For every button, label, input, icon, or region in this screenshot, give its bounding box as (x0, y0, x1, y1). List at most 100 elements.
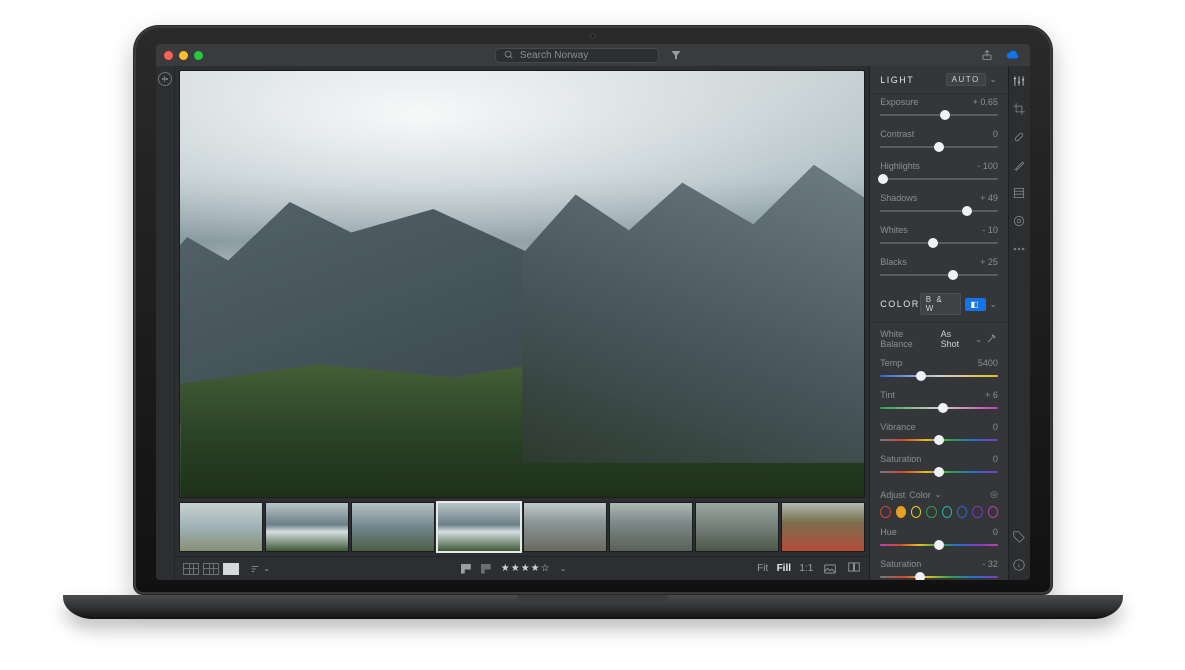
filmstrip-thumb[interactable] (265, 502, 349, 552)
radial-gradient-tool[interactable] (1012, 214, 1026, 228)
square-grid-view-button[interactable] (203, 563, 219, 575)
brush-tool[interactable] (1012, 158, 1026, 172)
star[interactable]: ★ (521, 563, 530, 574)
crop-tool[interactable] (1012, 102, 1026, 116)
star[interactable]: ★ (531, 563, 540, 574)
star-rating[interactable]: ★★★★☆ (501, 563, 550, 574)
compare-view-button[interactable] (847, 560, 861, 577)
sort-button[interactable]: ⌄ (249, 564, 270, 574)
light-slider-whites[interactable]: Whites- 10 (870, 222, 1008, 254)
right-tool-rail (1008, 66, 1030, 580)
star[interactable]: ★ (511, 563, 520, 574)
mixer-slider-saturation[interactable]: Saturation- 32 (870, 556, 1008, 580)
light-slider-blacks[interactable]: Blacks+ 25 (870, 254, 1008, 286)
crop-icon (1012, 102, 1026, 116)
adjust-value: Color (909, 490, 931, 500)
color-slider-temp[interactable]: Temp5400 (870, 355, 1008, 387)
mixer-slider-hue[interactable]: Hue0 (870, 524, 1008, 556)
linear-gradient-tool[interactable] (1012, 186, 1026, 200)
filmstrip-thumb[interactable] (179, 502, 263, 552)
slider-label: Saturation (880, 559, 921, 569)
zoom-fill-button[interactable]: Fill (777, 563, 791, 574)
color-swatch[interactable] (957, 506, 967, 518)
eyedropper-button[interactable] (986, 332, 998, 346)
slider-value: 0 (993, 454, 998, 464)
color-swatch[interactable] (988, 506, 998, 518)
slider-value: - 100 (977, 161, 998, 171)
color-swatch[interactable] (911, 506, 921, 518)
linear-gradient-icon (1012, 186, 1026, 200)
light-slider-exposure[interactable]: Exposure+ 0.65 (870, 94, 1008, 126)
slider-value: 5400 (978, 358, 998, 368)
slider-label: Exposure (880, 97, 918, 107)
chevron-down-icon: ⌄ (990, 300, 998, 309)
color-swatch[interactable] (896, 506, 906, 518)
color-swatch[interactable] (942, 506, 952, 518)
add-photos-button[interactable] (158, 72, 172, 86)
cloud-sync-button[interactable] (1004, 46, 1022, 64)
color-swatch[interactable] (880, 506, 890, 518)
light-section-header[interactable]: LIGHT AUTO ⌄ (870, 66, 1008, 94)
light-slider-contrast[interactable]: Contrast0 (870, 126, 1008, 158)
zoom-1to1-button[interactable]: 1:1 (799, 563, 813, 574)
bottom-bar: ⌄ ★★★★☆ ⌄ Fit Fill 1:1 (175, 556, 869, 580)
grid-view-button[interactable] (183, 563, 199, 575)
fullscreen-window-button[interactable] (194, 51, 203, 60)
filmstrip[interactable] (175, 498, 869, 556)
photo-canvas[interactable] (175, 66, 869, 498)
edit-sliders-tool[interactable] (1012, 74, 1026, 88)
color-profile-button[interactable]: ◧ (965, 298, 986, 311)
laptop-frame: Search Norway (63, 25, 1123, 640)
search-input[interactable]: Search Norway (495, 48, 659, 63)
color-swatch[interactable] (972, 506, 982, 518)
light-slider-shadows[interactable]: Shadows+ 49 (870, 190, 1008, 222)
eyedropper-icon (986, 332, 998, 344)
adjust-label: Adjust (880, 490, 905, 500)
chevron-down-icon: ⌄ (990, 75, 998, 84)
auto-button[interactable]: AUTO (946, 73, 986, 86)
color-swatches (870, 504, 1008, 524)
minimize-window-button[interactable] (179, 51, 188, 60)
more-tools-button[interactable] (1012, 242, 1026, 256)
info-button[interactable] (1012, 558, 1026, 572)
healing-tool[interactable] (1012, 130, 1026, 144)
share-icon (981, 49, 993, 61)
filmstrip-thumb[interactable] (695, 502, 779, 552)
flag-pick-button[interactable] (461, 564, 471, 574)
filmstrip-thumb[interactable] (437, 502, 521, 552)
filmstrip-thumb[interactable] (523, 502, 607, 552)
target-adjust-button[interactable]: ◎ (990, 489, 998, 500)
edit-panel: LIGHT AUTO ⌄ Exposure+ 0.65Contrast0High… (870, 66, 1008, 580)
slider-label: Shadows (880, 193, 917, 203)
color-section-header[interactable]: COLOR B & W ◧ ⌄ (870, 286, 1008, 323)
filmstrip-thumb[interactable] (351, 502, 435, 552)
loupe-view-button[interactable] (223, 563, 239, 575)
flag-reject-button[interactable] (481, 564, 491, 574)
main-photo (179, 70, 865, 498)
zoom-fit-button[interactable]: Fit (757, 563, 768, 574)
color-slider-saturation[interactable]: Saturation0 (870, 451, 1008, 483)
color-mixer-row[interactable]: Adjust Color ⌄ ◎ (870, 483, 1008, 504)
color-slider-tint[interactable]: Tint+ 6 (870, 387, 1008, 419)
color-swatch[interactable] (926, 506, 936, 518)
light-slider-highlights[interactable]: Highlights - 100 (870, 158, 1008, 190)
slider-value: 0 (993, 422, 998, 432)
filter-button[interactable] (667, 46, 685, 64)
white-balance-value: As Shot (941, 329, 972, 349)
filmstrip-thumb[interactable] (781, 502, 865, 552)
close-window-button[interactable] (164, 51, 173, 60)
color-slider-vibrance[interactable]: Vibrance0 (870, 419, 1008, 451)
star[interactable]: ☆ (541, 563, 550, 574)
slider-label: Blacks (880, 257, 907, 267)
filmstrip-thumb[interactable] (609, 502, 693, 552)
show-original-button[interactable] (823, 562, 837, 576)
bw-button[interactable]: B & W (920, 293, 961, 315)
slider-label: Hue (880, 527, 897, 537)
slider-label: Highlights (880, 161, 920, 171)
star[interactable]: ★ (501, 563, 510, 574)
zoom-controls: Fit Fill 1:1 (757, 563, 813, 574)
keywords-button[interactable] (1012, 530, 1026, 544)
share-button[interactable] (978, 46, 996, 64)
white-balance-row[interactable]: White Balance As Shot ⌄ (870, 323, 1008, 355)
more-icon (1012, 242, 1026, 256)
